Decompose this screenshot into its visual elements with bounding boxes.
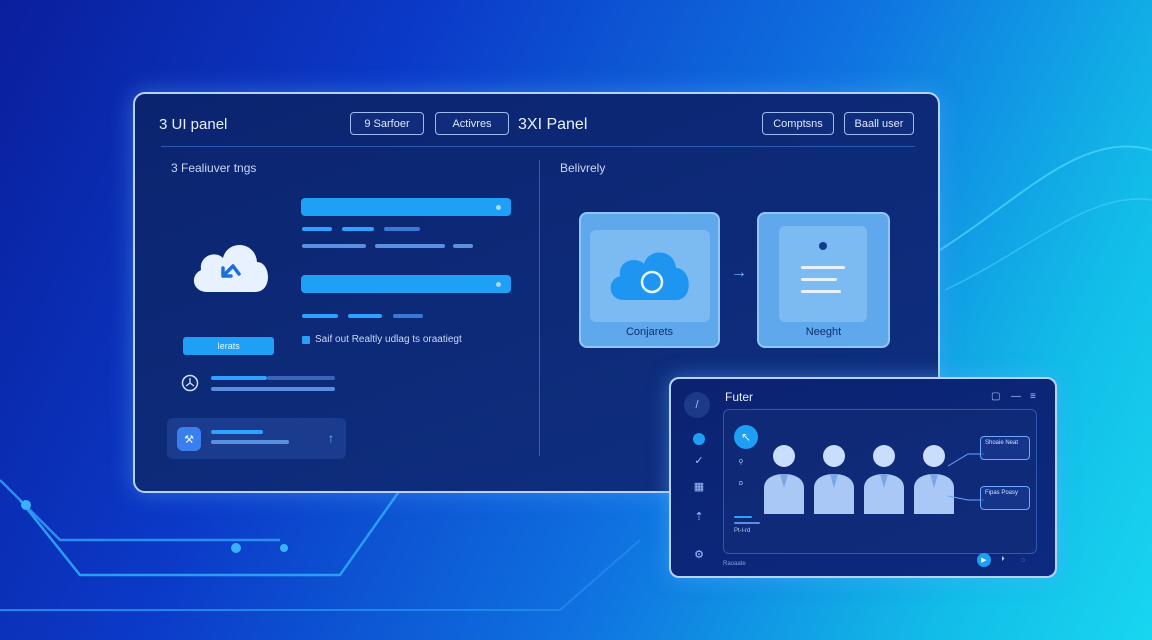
field-knob-icon xyxy=(496,205,501,210)
tool-icon: ⚒ xyxy=(177,427,201,451)
callout-text: Fipas Poasy xyxy=(985,490,1019,496)
clock-icon xyxy=(181,374,199,392)
primary-button[interactable]: Ierats xyxy=(183,337,274,355)
checkbox-label: Saif out Realtly udlag ts oraatiegt xyxy=(315,334,462,345)
comparisons-button[interactable]: Comptsns xyxy=(762,112,834,135)
right-section-label: Belivrely xyxy=(560,161,606,175)
person-icon xyxy=(814,445,854,514)
compass-icon[interactable]: / xyxy=(684,392,710,418)
center-title: 3XI Panel xyxy=(518,116,588,133)
footer-text: Raoaate xyxy=(723,561,746,567)
menu-icon[interactable]: ≡ xyxy=(1030,391,1036,402)
caption-text: Pt-l-rd xyxy=(734,528,751,534)
progress-track xyxy=(211,387,335,391)
panel-title: 3 UI panel xyxy=(159,116,228,133)
secondary-panel: / Futer ▢ — ≡ ✓ ▦ ⇡ ⚙ ↖ ǫ ᴅ Shoaie Neat … xyxy=(669,377,1057,578)
content-area: ↖ ǫ ᴅ Shoaie Neat Fipas Poasy Pt-l-rd xyxy=(723,409,1037,554)
input-field-1[interactable] xyxy=(301,198,511,216)
vertical-divider xyxy=(539,160,540,456)
arrow-up-icon[interactable]: ↑ xyxy=(328,431,334,445)
field-meta-line xyxy=(302,314,338,318)
arrow-right-icon: → xyxy=(731,264,747,281)
list-item[interactable]: ⚒ ↑ xyxy=(167,418,346,459)
progress-fill xyxy=(211,376,267,380)
callout-text: Shoaie Neat xyxy=(985,440,1019,446)
person-icon xyxy=(864,445,904,514)
callout-box[interactable]: Fipas Poasy xyxy=(980,486,1030,510)
sub-icon: ǫ xyxy=(739,458,743,465)
field-meta-line xyxy=(384,227,420,231)
check-icon[interactable]: ✓ xyxy=(685,450,713,470)
upload-icon[interactable]: ⇡ xyxy=(685,506,713,526)
callout-box[interactable]: Shoaie Neat xyxy=(980,436,1030,460)
caption-line xyxy=(734,522,760,524)
tile-cloud-icon xyxy=(590,230,710,322)
option-checkbox[interactable] xyxy=(302,336,310,344)
field-meta-line xyxy=(393,314,423,318)
field-meta-line xyxy=(302,244,366,248)
left-section-label: 3 Fealiuver tngs xyxy=(171,161,257,175)
header-divider xyxy=(161,146,915,147)
field-meta-line xyxy=(348,314,382,318)
minimize-icon[interactable]: — xyxy=(1011,391,1021,402)
document-icon xyxy=(779,226,867,322)
person-icon xyxy=(764,445,804,514)
sub-icon: ᴅ xyxy=(739,480,743,487)
window-icon[interactable]: ▢ xyxy=(991,391,1000,402)
tile-contents[interactable]: Conjarets xyxy=(579,212,720,348)
item-line xyxy=(211,430,263,434)
caption-line xyxy=(734,516,752,518)
activities-button[interactable]: Activres xyxy=(435,112,509,135)
field-knob-icon xyxy=(496,282,501,287)
field-meta-line xyxy=(342,227,374,231)
search-button[interactable]: 9 Sarfoer xyxy=(350,112,424,135)
settings-icon[interactable]: ⚙ xyxy=(685,544,713,564)
field-meta-line xyxy=(375,244,445,248)
progress-track xyxy=(267,376,335,380)
options-icon[interactable]: ◌ xyxy=(1016,553,1030,567)
play-button[interactable]: ▶ xyxy=(977,553,991,567)
tile-weight[interactable]: Neeght xyxy=(757,212,890,348)
input-field-2[interactable] xyxy=(301,275,511,293)
badge-icon[interactable] xyxy=(685,429,713,449)
tile-label: Neeght xyxy=(805,326,842,338)
secondary-panel-title: Futer xyxy=(725,390,754,404)
connector-lines xyxy=(947,453,984,501)
field-meta-line xyxy=(453,244,473,248)
field-meta-line xyxy=(302,227,332,231)
user-button[interactable]: Baall user xyxy=(844,112,914,135)
back-button[interactable]: ↖ xyxy=(734,425,758,449)
tile-label: Conjarets xyxy=(625,326,674,338)
calendar-icon[interactable]: ▦ xyxy=(685,476,713,496)
cloud-icon xyxy=(189,234,271,296)
item-line xyxy=(211,440,289,444)
next-icon[interactable]: ⏵ xyxy=(996,553,1010,567)
